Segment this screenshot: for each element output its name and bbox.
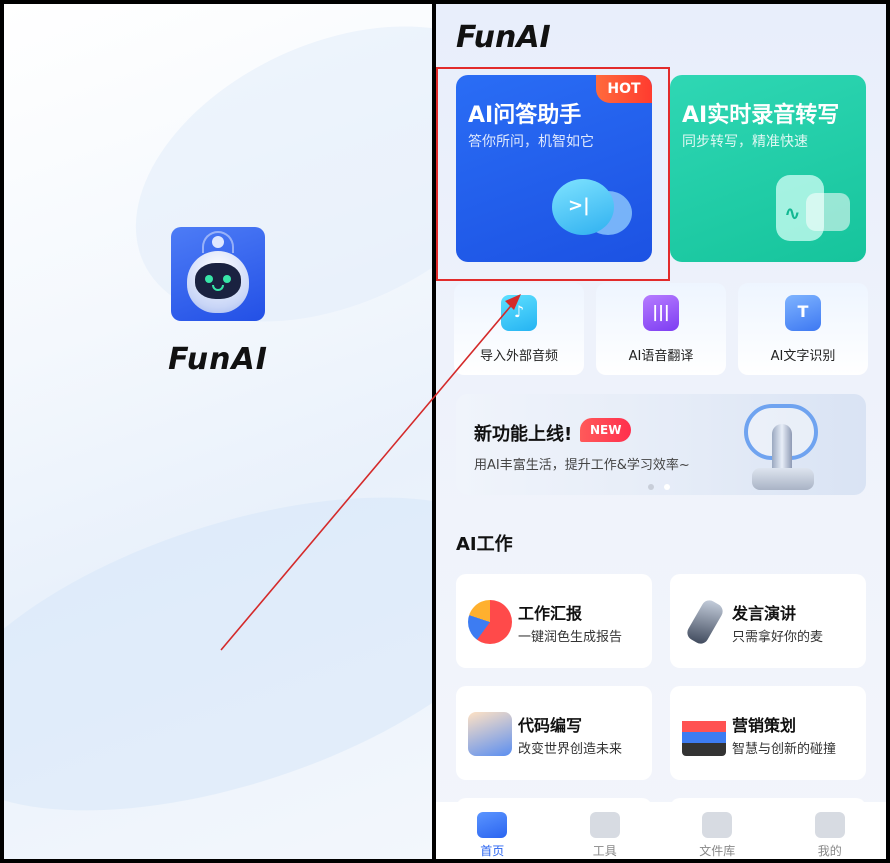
work-report-card[interactable]: 工作汇报 一键润色生成报告 <box>456 574 652 668</box>
new-feature-banner[interactable]: 新功能上线! NEW 用AI丰富生活，提升工作&学习效率~ <box>456 394 866 495</box>
splash-screen: FunAI <box>4 4 432 859</box>
ai-realtime-transcribe-card[interactable]: AI实时录音转写 同步转写，精准快速 ∿ <box>670 75 866 262</box>
background-wave <box>4 434 432 859</box>
work-title: 代码编写 <box>518 716 583 735</box>
user-icon <box>814 812 845 838</box>
music-note-icon: ♪ <box>501 295 537 331</box>
card-subtitle: 答你所问，机智如它 <box>468 134 594 150</box>
tab-label: 文件库 <box>699 844 736 858</box>
tab-file-library[interactable]: 文件库 <box>661 802 774 859</box>
tab-label: 我的 <box>817 844 842 858</box>
scan-text-icon: T <box>785 295 821 331</box>
antenna-ball <box>212 236 224 248</box>
sound-wave-icon: ||| <box>643 295 679 331</box>
new-badge: NEW <box>580 418 632 442</box>
work-subtitle: 只需拿好你的麦 <box>732 630 824 645</box>
home-icon <box>477 812 508 838</box>
marketing-plan-card[interactable]: 营销策划 智慧与创新的碰撞 <box>670 686 866 780</box>
tab-label: 工具 <box>592 844 617 858</box>
splash-app-name: FunAI <box>168 342 268 377</box>
code-pen-icon <box>468 712 512 756</box>
quick-tools-row: ♪ 导入外部音频 ||| AI语音翻译 T AI文字识别 <box>454 283 868 375</box>
tab-mine[interactable]: 我的 <box>774 802 887 859</box>
grid-icon <box>702 812 733 838</box>
rocket-base <box>752 468 814 490</box>
code-writing-card[interactable]: 代码编写 改变世界创造未来 <box>456 686 652 780</box>
rocket-icon <box>772 424 792 474</box>
tab-home[interactable]: 首页 <box>436 802 549 859</box>
tool-label: AI文字识别 <box>770 349 836 364</box>
voice-translate-button[interactable]: ||| AI语音翻译 <box>596 283 726 375</box>
card-title: AI问答助手 <box>468 103 582 128</box>
presentation-board-icon <box>682 712 726 756</box>
work-subtitle: 一键润色生成报告 <box>518 630 623 645</box>
tab-label: 首页 <box>480 844 505 858</box>
carousel-dot-active[interactable] <box>664 484 670 490</box>
section-title: AI工作 <box>456 534 513 555</box>
speech-card[interactable]: 发言演讲 只需拿好你的麦 <box>670 574 866 668</box>
hot-badge: HOT <box>596 75 652 103</box>
work-title: 工作汇报 <box>518 604 583 623</box>
tab-tools[interactable]: 工具 <box>549 802 662 859</box>
tools-icon <box>589 812 620 838</box>
banner-subtitle: 用AI丰富生活，提升工作&学习效率~ <box>474 458 690 473</box>
brand-title: FunAI <box>456 20 551 55</box>
robot-eye <box>205 275 213 283</box>
pie-chart-icon <box>468 600 512 644</box>
work-subtitle: 改变世界创造未来 <box>518 742 623 757</box>
robot-eye <box>223 275 231 283</box>
home-screen: FunAI AI问答助手 答你所问，机智如它 HOT >| AI实时录音转写 同… <box>436 4 886 859</box>
text-recognition-button[interactable]: T AI文字识别 <box>738 283 868 375</box>
background-wave <box>88 4 432 381</box>
chat-bubble-icon: >| <box>552 179 634 243</box>
card-title: AI实时录音转写 <box>682 103 840 128</box>
tool-label: 导入外部音频 <box>479 349 558 364</box>
robot-app-icon <box>171 227 265 321</box>
work-title: 营销策划 <box>732 716 797 735</box>
ai-qa-assistant-card[interactable]: AI问答助手 答你所问，机智如它 HOT >| <box>456 75 652 262</box>
banner-title: 新功能上线! <box>474 424 573 445</box>
bottom-tab-bar: 首页 工具 文件库 我的 <box>436 802 886 859</box>
recording-icon: ∿ <box>776 175 850 245</box>
tool-label: AI语音翻译 <box>628 349 694 364</box>
import-audio-button[interactable]: ♪ 导入外部音频 <box>454 283 584 375</box>
carousel-dot[interactable] <box>648 484 654 490</box>
robot-face <box>195 263 241 299</box>
microphone-icon <box>684 597 726 647</box>
card-subtitle: 同步转写，精准快速 <box>682 134 808 150</box>
work-subtitle: 智慧与创新的碰撞 <box>732 742 837 757</box>
carousel-dots <box>648 484 670 490</box>
work-title: 发言演讲 <box>732 604 797 623</box>
